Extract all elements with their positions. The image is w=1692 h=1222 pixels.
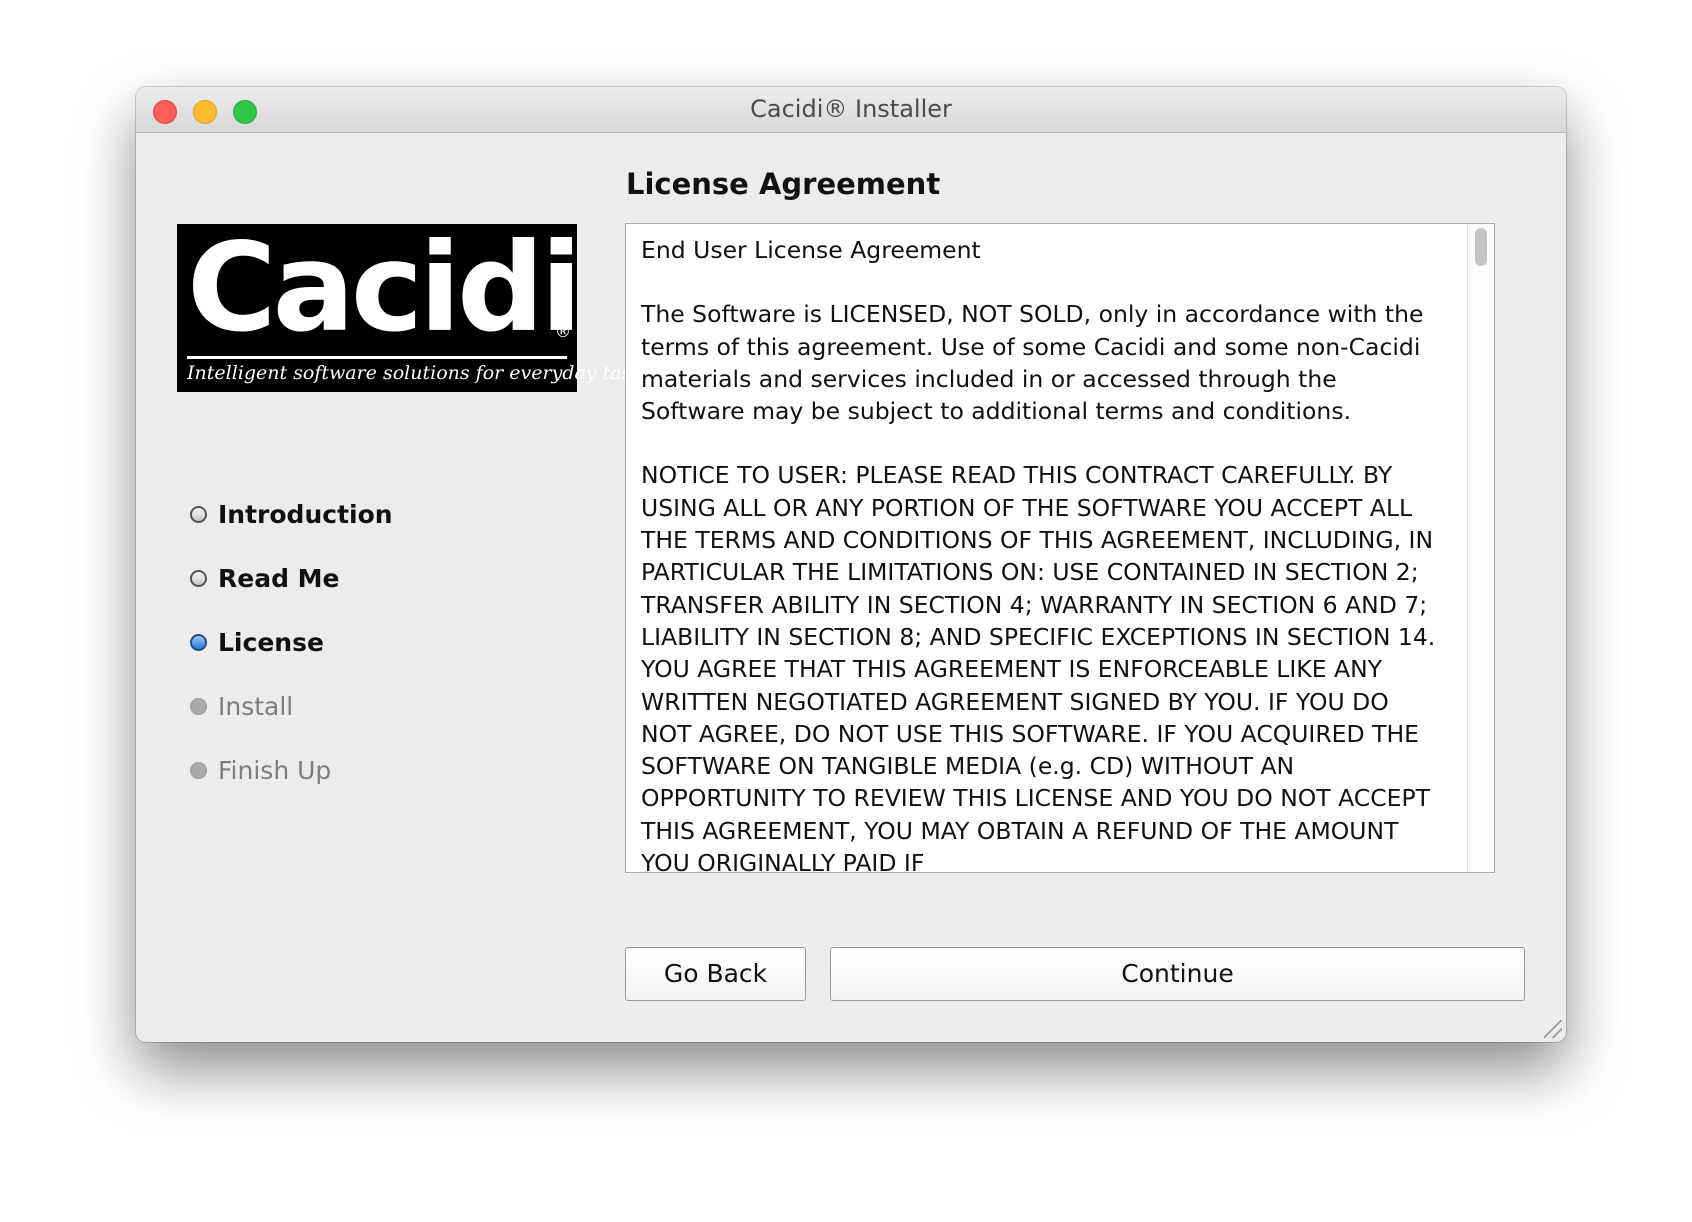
license-text-area[interactable]: End User License Agreement The Software …: [625, 223, 1495, 873]
step-label: Finish Up: [218, 755, 332, 785]
vertical-scrollbar[interactable]: [1467, 224, 1494, 872]
resize-grip-icon[interactable]: [1544, 1020, 1562, 1038]
step-finish-up: Finish Up: [190, 738, 393, 802]
installer-steps: Introduction Read Me License Install Fin…: [190, 482, 393, 802]
license-text: End User License Agreement The Software …: [626, 224, 1456, 873]
step-status-icon: [190, 697, 207, 715]
step-current-icon: [190, 633, 207, 651]
go-back-button[interactable]: Go Back: [625, 947, 806, 1001]
license-paragraph: The Software is LICENSED, NOT SOLD, only…: [641, 300, 1424, 426]
continue-button[interactable]: Continue: [830, 947, 1525, 1001]
logo-wordmark: Cacidi: [187, 217, 582, 359]
step-label: License: [218, 627, 324, 657]
window-title: Cacidi® Installer: [750, 95, 952, 123]
step-read-me: Read Me: [190, 546, 393, 610]
step-introduction: Introduction: [190, 482, 393, 546]
logo-registered-mark: ®: [555, 322, 571, 341]
step-status-icon: [190, 569, 207, 587]
step-install: Install: [190, 674, 393, 738]
license-paragraph: NOTICE TO USER: PLEASE READ THIS CONTRAC…: [641, 461, 1436, 873]
scroll-thumb[interactable]: [1475, 228, 1487, 266]
logo-tagline: Intelligent software solutions for every…: [187, 356, 653, 384]
installer-window: Cacidi® Installer Cacidi ® Intelligent s…: [136, 87, 1566, 1042]
step-license: License: [190, 610, 393, 674]
step-label: Introduction: [218, 499, 393, 529]
title-bar[interactable]: Cacidi® Installer: [136, 87, 1566, 133]
page-title: License Agreement: [626, 167, 941, 201]
cacidi-logo: Cacidi ® Intelligent software solutions …: [177, 218, 653, 392]
license-paragraph: End User License Agreement: [641, 236, 981, 264]
step-label: Read Me: [218, 563, 340, 593]
step-status-icon: [190, 761, 207, 779]
step-label: Install: [218, 691, 294, 721]
step-status-icon: [190, 505, 207, 523]
